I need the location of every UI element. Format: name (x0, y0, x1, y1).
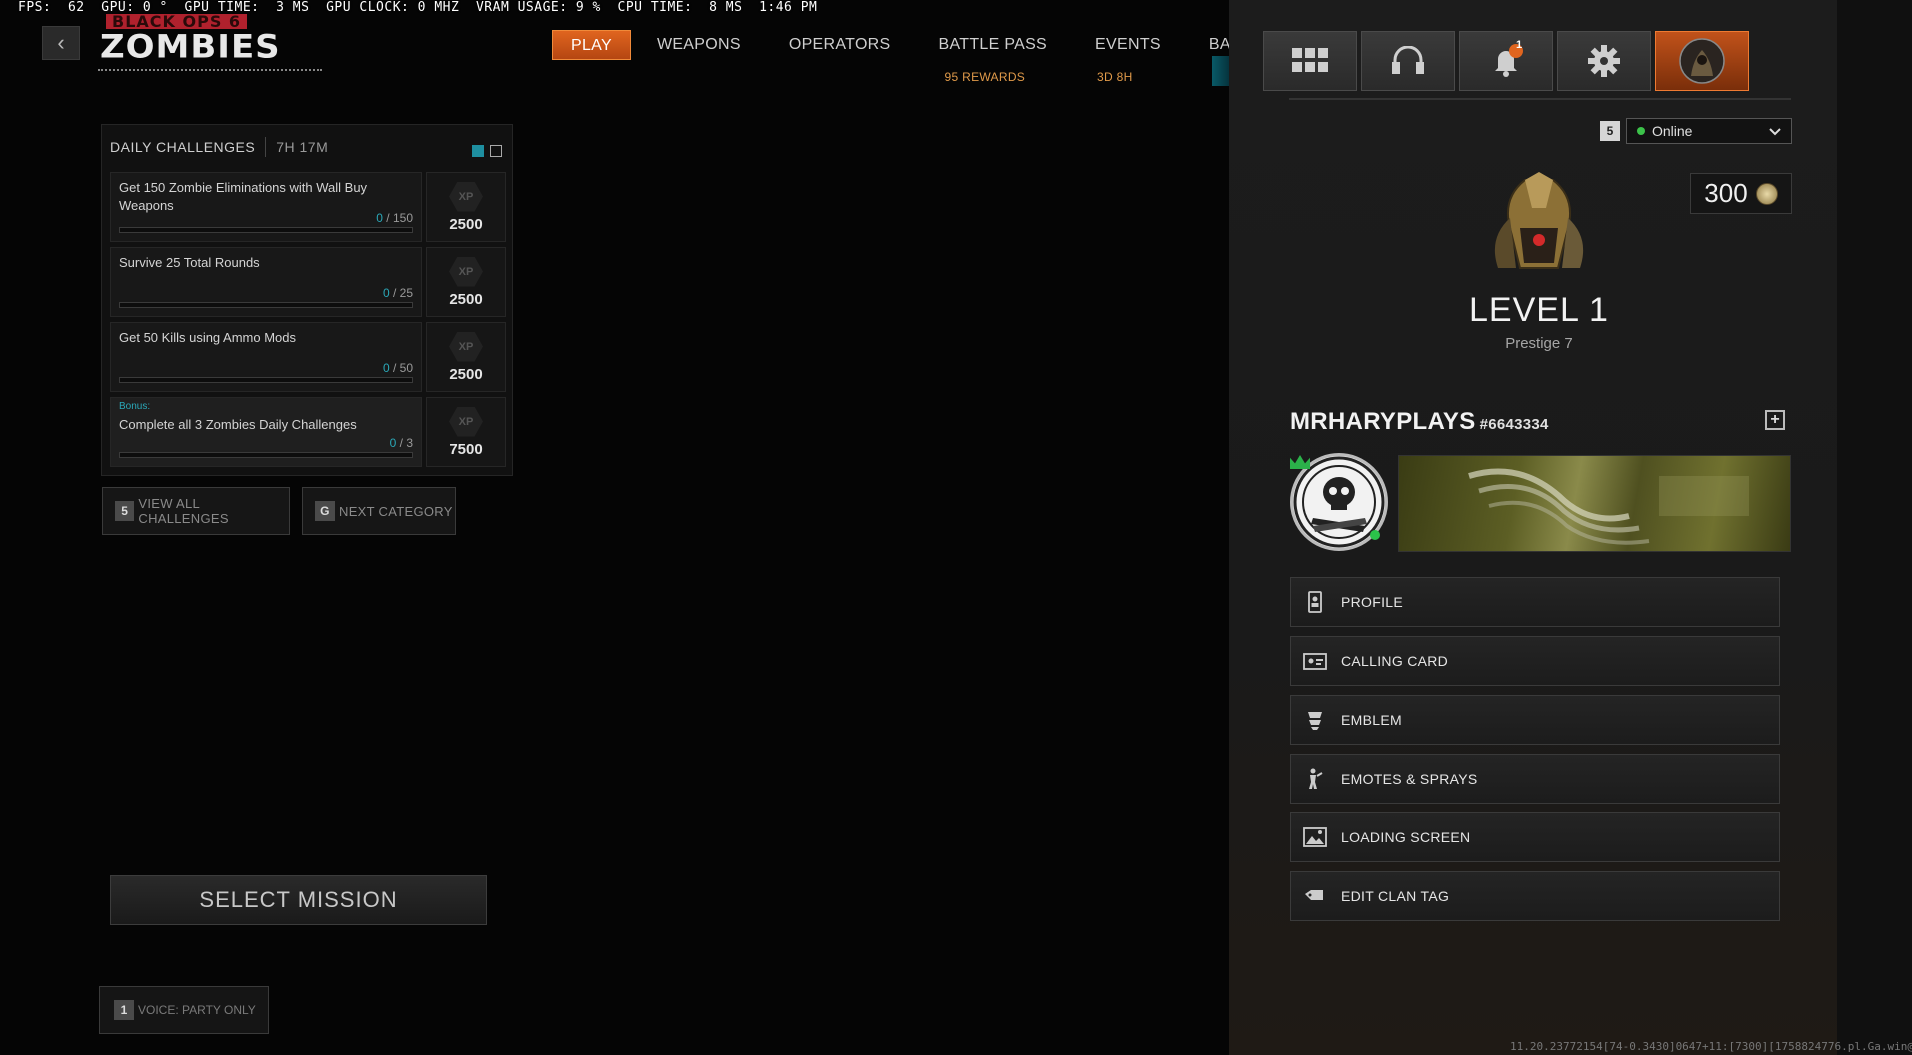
plus-icon: + (1770, 411, 1780, 428)
loading-screen-menu-button[interactable]: LOADING SCREEN (1290, 812, 1780, 862)
headset-icon (1392, 46, 1424, 74)
challenge-text: Get 50 Kills using Ammo Mods (119, 330, 297, 345)
bonus-challenge-row[interactable]: Bonus: Complete all 3 Zombies Daily Chal… (110, 397, 506, 467)
daily-challenges-title: DAILY CHALLENGES (110, 139, 256, 155)
nav-tab-operators[interactable]: OPERATORS (789, 30, 891, 60)
next-category-button[interactable]: G NEXT CATEGORY (302, 487, 456, 535)
emblem-menu-button[interactable]: EMBLEM (1290, 695, 1780, 745)
logo-subtitle: BLACK OPS 6 (106, 14, 248, 30)
xp-reward-value: 7500 (449, 440, 483, 458)
add-friend-button[interactable]: + (1765, 410, 1785, 430)
xp-icon: XP (449, 331, 483, 362)
bonus-label: Bonus: (119, 401, 151, 412)
profile-icon (1308, 591, 1322, 613)
calling-card-menu-button[interactable]: CALLING CARD (1290, 636, 1780, 686)
chevron-left-icon: ‹ (57, 30, 65, 55)
nav-tab-battle-pass[interactable]: BATTLE PASS 95 REWARDS (938, 30, 1048, 84)
nav-tab-events[interactable]: EVENTS 3D 8H (1095, 30, 1161, 84)
voice-chat-button[interactable]: 1 VOICE: PARTY ONLY (99, 986, 269, 1034)
edit-clan-tag-menu-button[interactable]: EDIT CLAN TAG (1290, 871, 1780, 921)
events-timer: 3D 8H (1097, 70, 1133, 84)
xp-reward-value: 2500 (449, 215, 483, 233)
keybind-1: 1 (114, 1000, 134, 1020)
back-button[interactable]: ‹ (42, 26, 80, 60)
rank-emblem-icon (1494, 172, 1584, 269)
challenge-reward: XP 2500 (426, 322, 506, 392)
nav-scroll-edge (1212, 56, 1230, 86)
emotes-icon (1309, 768, 1323, 789)
daily-challenges-timer: 7H 17M (276, 139, 329, 155)
player-calling-card[interactable] (1398, 455, 1791, 552)
profile-menu-button[interactable]: PROFILE (1290, 577, 1780, 627)
logo-title: ZOMBIES (100, 28, 281, 66)
emblem-icon (1308, 712, 1322, 730)
xp-reward-value: 2500 (449, 290, 483, 308)
challenge-progress: 0 / 50 (382, 361, 413, 375)
daily-challenges-panel: DAILY CHALLENGES 7H 17M Get 150 Zombie E… (101, 124, 513, 476)
select-mission-button[interactable]: SELECT MISSION (110, 875, 487, 925)
challenge-row[interactable]: Survive 25 Total Rounds 0 / 25 XP 2500 (110, 247, 506, 317)
social-button[interactable] (1361, 31, 1455, 91)
online-status-dot (1637, 127, 1645, 135)
xp-reward-value: 2500 (449, 365, 483, 383)
keybind-5: 5 (115, 501, 135, 521)
emotes-sprays-menu-button[interactable]: EMOTES & SPRAYS (1290, 754, 1780, 804)
calling-card-image (1468, 468, 1749, 545)
grid-icon (1292, 48, 1328, 72)
challenge-progress-bar (119, 302, 413, 308)
build-version-string: 11.20.23772154[74-0.3430]0647+11:[7300][… (1510, 1040, 1912, 1053)
game-logo: BLACK OPS 6 ZOMBIES (98, 12, 326, 74)
challenge-page-toggles (472, 145, 502, 157)
challenge-row[interactable]: Get 150 Zombie Eliminations with Wall Bu… (110, 172, 506, 242)
battle-pass-rewards-count: 95 REWARDS (944, 70, 1026, 84)
challenge-row[interactable]: Get 50 Kills using Ammo Mods 0 / 50 XP 2… (110, 322, 506, 392)
gear-icon (1588, 45, 1620, 77)
player-gamertag: MRHARYPLAYS #6643334 (1290, 408, 1549, 435)
challenge-progress-bar (119, 377, 413, 383)
player-prestige: Prestige 7 (1505, 335, 1573, 352)
player-level: LEVEL 1 (1469, 291, 1609, 329)
challenge-text: Complete all 3 Zombies Daily Challenges (119, 417, 357, 432)
cod-points-balance: 300 (1690, 173, 1792, 214)
keybind-g: G (315, 501, 335, 521)
nav-tab-events-label: EVENTS (1095, 36, 1161, 53)
challenge-reward: XP 7500 (426, 397, 506, 467)
avatar-icon (1679, 38, 1725, 84)
notifications-button[interactable]: 1 (1459, 31, 1553, 91)
cod-points-amount: 300 (1704, 178, 1748, 208)
online-status-value: Online (1652, 123, 1693, 139)
main-nav: PLAY WEAPONS OPERATORS BATTLE PASS 95 RE… (552, 30, 1299, 84)
online-indicator-dot (1370, 530, 1380, 540)
challenge-progress-bar (119, 227, 413, 233)
clan-tag-icon (1305, 890, 1323, 900)
challenge-reward: XP 2500 (426, 247, 506, 317)
challenge-reward: XP 2500 (426, 172, 506, 242)
calling-card-icon (1303, 653, 1327, 670)
notification-badge: 1 (1516, 39, 1523, 51)
challenge-text: Survive 25 Total Rounds (119, 255, 260, 270)
xp-icon: XP (449, 256, 483, 287)
xp-icon: XP (449, 181, 483, 212)
cod-points-coin-icon (1755, 182, 1778, 205)
nav-tab-battle-pass-label: BATTLE PASS (938, 36, 1048, 53)
challenge-progress-bar (119, 452, 413, 458)
online-status-dropdown[interactable]: Online (1626, 118, 1792, 144)
grid-menu-button[interactable] (1263, 31, 1357, 91)
player-id: #6643334 (1479, 416, 1549, 433)
challenge-progress: 0 / 25 (382, 286, 413, 300)
nav-tab-play[interactable]: PLAY (552, 30, 631, 60)
loading-screen-icon (1303, 827, 1327, 847)
challenge-progress: 0 / 3 (389, 436, 413, 450)
page-indicator-active[interactable] (472, 145, 484, 157)
chevron-down-icon (1769, 128, 1781, 136)
profile-avatar-button[interactable] (1655, 31, 1749, 91)
keybind-5: 5 (1600, 121, 1620, 141)
view-all-challenges-button[interactable]: 5 VIEW ALL CHALLENGES (102, 487, 290, 535)
page-indicator-inactive[interactable] (490, 145, 502, 157)
settings-button[interactable] (1557, 31, 1651, 91)
nav-tab-weapons[interactable]: WEAPONS (657, 30, 741, 60)
challenge-text: Get 150 Zombie Eliminations with Wall Bu… (119, 180, 368, 213)
challenge-progress: 0 / 150 (376, 211, 413, 225)
xp-icon: XP (449, 406, 483, 437)
